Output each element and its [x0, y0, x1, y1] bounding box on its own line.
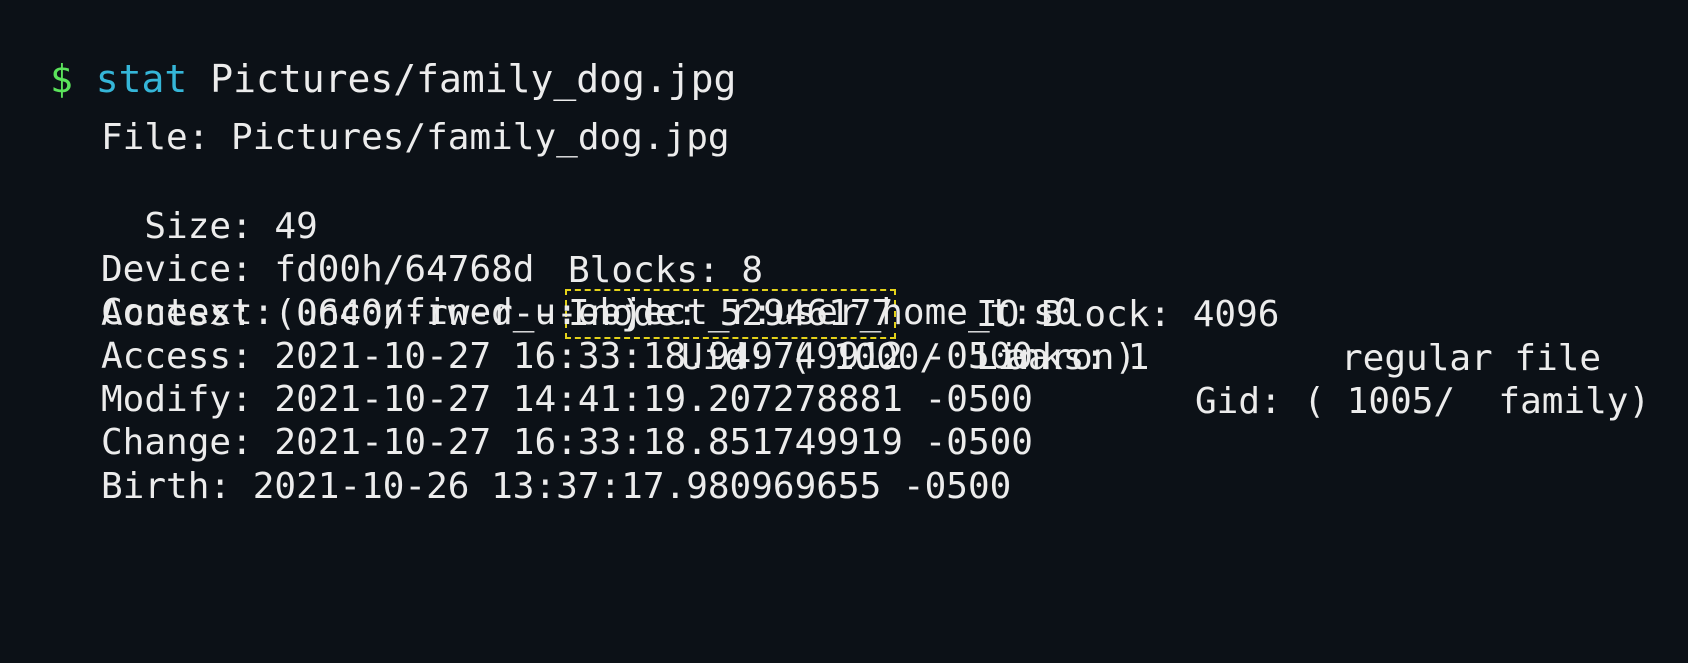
- stat-change-time: Change: 2021-10-27 16:33:18.851749919 -0…: [101, 422, 1033, 463]
- prompt-symbol: $: [50, 57, 73, 101]
- stat-file-line: File: Pictures/family_dog.jpg: [101, 116, 730, 160]
- stat-access-time-line: Access: 2021-10-27 16:33:18.949749912 -0…: [101, 335, 1033, 379]
- stat-access-perms-line: Access: (0640/-rw-r-----) Uid: ( 1000/ a…: [101, 248, 1650, 422]
- command-line: $ stat Pictures/family_dog.jpg: [50, 57, 736, 101]
- stat-size-line: Size: 49 Blocks: 8 IO Block: 4096 regula…: [101, 161, 1601, 379]
- stat-file: File: Pictures/family_dog.jpg: [101, 117, 730, 158]
- stat-context: Context: unconfined_u:object_r:user_home…: [101, 292, 1077, 333]
- stat-gid: Gid: ( 1005/ family): [1195, 381, 1651, 422]
- stat-birth-time: Birth: 2021-10-26 13:37:17.980969655 -05…: [101, 466, 1012, 507]
- stat-modify-time-line: Modify: 2021-10-27 14:41:19.207278881 -0…: [101, 378, 1033, 422]
- terminal-window[interactable]: $ stat Pictures/family_dog.jpg File: Pic…: [0, 0, 1688, 663]
- stat-access-time: Access: 2021-10-27 16:33:18.949749912 -0…: [101, 336, 1033, 377]
- stat-context-line: Context: unconfined_u:object_r:user_home…: [101, 291, 1076, 335]
- stat-blocks: Blocks: 8: [568, 250, 764, 291]
- stat-change-time-line: Change: 2021-10-27 16:33:18.851749919 -0…: [101, 421, 1033, 465]
- stat-device-line: Device: fd00h/64768d Inode: 52946177 Lin…: [101, 204, 1149, 378]
- stat-modify-time: Modify: 2021-10-27 14:41:19.207278881 -0…: [101, 379, 1033, 420]
- command-name: stat: [95, 57, 188, 101]
- stat-file-type: regular file: [1341, 338, 1602, 379]
- command-argument: Pictures/family_dog.jpg: [210, 57, 737, 101]
- stat-birth-time-line: Birth: 2021-10-26 13:37:17.980969655 -05…: [101, 465, 1011, 509]
